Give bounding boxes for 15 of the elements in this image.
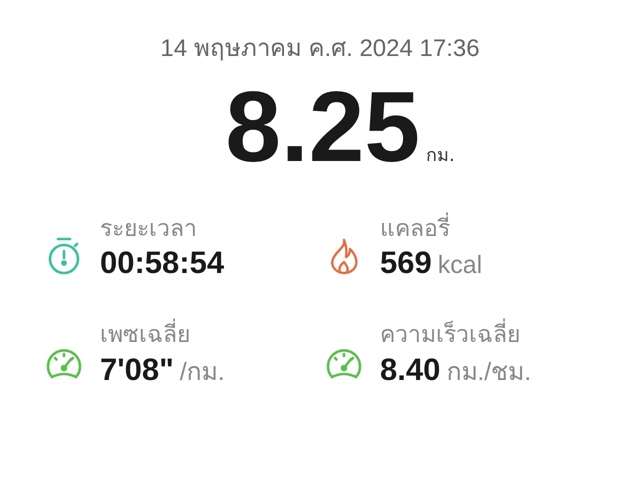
- stopwatch-icon: [47, 236, 81, 276]
- stat-label: ระยะเวลา: [100, 215, 198, 244]
- stat-label: ความเร็วเฉลี่ย: [380, 320, 532, 351]
- stat-unit: kcal: [438, 250, 482, 280]
- flame-icon: [328, 236, 360, 275]
- distance-value: 8.25: [225, 77, 420, 177]
- stat-value: 569: [380, 244, 432, 281]
- stat-value: 7'08": [100, 352, 174, 388]
- stat-label: เพซเฉลี่ย: [100, 320, 225, 351]
- date-time: 14 พฤษภาคม ค.ศ. 2024 17:36: [159, 34, 481, 64]
- stat-value: 00:58:54: [100, 244, 224, 281]
- stat-value: 8.40: [380, 352, 440, 388]
- stat-unit: กม./ชม.: [446, 356, 532, 388]
- distance-unit: กม.: [426, 144, 455, 168]
- stat-unit: /กม.: [180, 356, 225, 388]
